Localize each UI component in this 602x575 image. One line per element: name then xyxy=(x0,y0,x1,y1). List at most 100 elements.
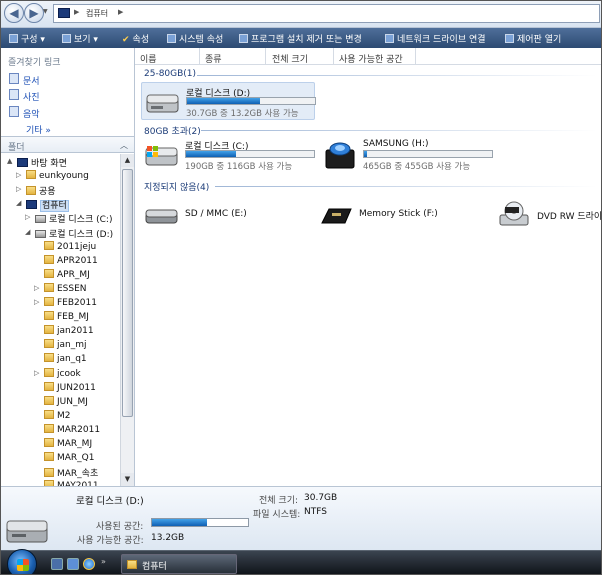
drive-name: Memory Stick (F:) xyxy=(359,209,438,219)
tree-item[interactable]: MAR2011 xyxy=(44,423,101,438)
tree-item-label: MAR_속초 xyxy=(57,469,99,480)
tree-expand-icon[interactable]: ▷ xyxy=(25,213,30,221)
tree-item-label: JUN2011 xyxy=(57,382,96,393)
external-drive-icon xyxy=(325,142,355,169)
tree-item[interactable]: M2 xyxy=(44,409,71,424)
tree-item-label: 2011jeju xyxy=(57,241,97,252)
tree-item[interactable]: ▷ 로컬 디스크 (C:) xyxy=(25,212,112,226)
views-button[interactable]: 보기 ▾ xyxy=(62,32,98,45)
column-name[interactable]: 이름 xyxy=(140,52,157,65)
tree-item[interactable]: MAR_Q1 xyxy=(44,452,95,466)
drive-name: SD / MMC (E:) xyxy=(185,209,247,219)
scroll-down-icon[interactable]: ▼ xyxy=(121,473,134,486)
tree-item[interactable]: ▲ 바탕 화면 xyxy=(7,156,67,170)
map-network-drive-button[interactable]: 네트워크 드라이브 연결 xyxy=(385,32,486,45)
tree-item[interactable]: FEB_MJ xyxy=(44,311,89,325)
drive-e-tile[interactable]: SD / MMC (E:) xyxy=(141,201,311,227)
windows-logo-icon xyxy=(17,559,29,571)
folder-icon xyxy=(44,254,54,264)
tree-item[interactable]: ◢ 로컬 디스크 (D:) xyxy=(25,227,113,241)
scroll-thumb[interactable] xyxy=(122,169,133,417)
chevron-down-icon[interactable]: ︿ xyxy=(120,140,128,151)
breadcrumb-item[interactable]: 컴퓨터 xyxy=(86,8,108,19)
scroll-up-icon[interactable]: ▲ xyxy=(121,154,134,167)
folder-icon xyxy=(44,409,54,419)
tree-item[interactable]: 2011jeju xyxy=(44,240,97,255)
tree-item[interactable]: ▷ jcook xyxy=(34,367,81,382)
tree-item[interactable]: ◢ 컴퓨터 xyxy=(16,198,69,213)
open-control-panel-button[interactable]: 제어판 열기 xyxy=(505,32,561,45)
drive-d-tile[interactable]: 로컬 디스크 (D:) 30.7GB 중 13.2GB 사용 가능 xyxy=(141,82,316,120)
tree-expand-icon[interactable]: ◢ xyxy=(16,199,21,207)
tree-expand-icon[interactable]: ▲ xyxy=(7,157,12,165)
tree-item[interactable]: APR_MJ xyxy=(44,268,90,283)
tree-item[interactable]: jan_q1 xyxy=(44,353,87,367)
quick-launch-expand-icon[interactable]: » xyxy=(101,557,106,566)
taskbar-window-button[interactable]: 컴퓨터 xyxy=(121,554,237,574)
start-button[interactable] xyxy=(7,549,37,574)
tree-expand-icon[interactable]: ▷ xyxy=(16,185,21,193)
address-box[interactable]: ▶ 컴퓨터 ▶ xyxy=(53,4,600,23)
tree-item-label: MAR2011 xyxy=(57,424,101,435)
recent-pages-dropdown-icon[interactable]: ▼ xyxy=(43,8,48,15)
drive-h-tile[interactable]: SAMSUNG (H:) 465GB 중 455GB 사용 가능 xyxy=(319,136,493,174)
tree-expand-icon[interactable]: ▷ xyxy=(34,284,39,292)
organize-button[interactable]: 구성 ▾ xyxy=(9,32,45,45)
tree-expand-icon[interactable]: ▷ xyxy=(16,171,21,179)
tree-item[interactable]: MAR_속초 xyxy=(44,466,98,480)
tree-item-label: M2 xyxy=(57,410,71,421)
column-free-space[interactable]: 사용 가능한 공간 xyxy=(339,52,403,65)
programs-icon xyxy=(239,34,248,43)
folders-header[interactable]: 폴더 ︿ xyxy=(1,136,134,153)
properties-button[interactable]: ✔ 속성 xyxy=(122,32,149,45)
forward-button[interactable]: ▶ xyxy=(24,3,44,23)
tree-item[interactable]: APR2011 xyxy=(44,254,98,269)
column-total-size[interactable]: 전체 크기 xyxy=(272,52,308,65)
tree-item[interactable]: ▷ 공용 xyxy=(16,184,56,198)
favorite-link-pictures[interactable]: 사진 xyxy=(23,90,40,103)
favorite-link-documents[interactable]: 문서 xyxy=(23,74,40,87)
folder-icon xyxy=(26,186,36,196)
file-system-value: NTFS xyxy=(304,507,327,517)
organize-icon xyxy=(9,34,18,43)
back-button[interactable]: ◀ xyxy=(4,3,24,23)
tree-scrollbar[interactable]: ▲ ▼ xyxy=(120,154,134,486)
command-bar: 구성 ▾ 보기 ▾ ✔ 속성 시스템 속성 프로그램 설치 제거 또는 변경 네트… xyxy=(1,28,601,48)
free-space-value: 13.2GB xyxy=(151,533,185,543)
tree-item[interactable]: jan_mj xyxy=(44,339,87,353)
system-properties-button[interactable]: 시스템 속성 xyxy=(167,32,223,45)
folder-icon xyxy=(44,367,54,377)
tree-item[interactable]: JUN2011 xyxy=(44,381,96,396)
tree-item-label: ESSEN xyxy=(57,283,87,294)
drive-dvd-tile[interactable]: DVD RW 드라이 xyxy=(493,201,601,227)
tree-item[interactable]: jan2011 xyxy=(44,325,94,339)
tree-expand-icon[interactable]: ▷ xyxy=(34,298,39,306)
column-type[interactable]: 종류 xyxy=(205,52,222,65)
tree-item[interactable]: ▷ eunkyoung xyxy=(16,170,89,184)
tree-item[interactable]: JUN_MJ xyxy=(44,395,88,410)
tree-item[interactable]: ▷ ESSEN xyxy=(34,282,87,297)
tree-item[interactable]: ▷ FEB2011 xyxy=(34,297,97,311)
more-links[interactable]: 기타 » xyxy=(26,123,51,136)
tree-item[interactable]: MAR_MJ xyxy=(44,438,92,452)
show-desktop-icon[interactable] xyxy=(51,558,63,570)
hard-drive-icon xyxy=(146,94,179,113)
group-header[interactable]: 25-80GB(1) xyxy=(144,69,196,79)
favorite-link-music[interactable]: 음악 xyxy=(23,107,40,120)
tree-expand-icon[interactable]: ◢ xyxy=(25,228,30,236)
uninstall-program-button[interactable]: 프로그램 설치 제거 또는 변경 xyxy=(239,32,362,45)
breadcrumb-arrow-icon[interactable]: ▶ xyxy=(118,8,123,16)
drive-icon xyxy=(35,215,46,224)
tree-expand-icon[interactable]: ▷ xyxy=(34,369,39,377)
internet-explorer-icon[interactable] xyxy=(83,558,95,570)
usage-bar xyxy=(186,97,316,105)
drive-c-tile[interactable]: 로컬 디스크 (C:) 190GB 중 116GB 사용 가능 xyxy=(141,136,315,174)
pictures-icon xyxy=(9,89,19,100)
group-header[interactable]: 지정되지 않음(4) xyxy=(144,180,209,193)
folder-icon xyxy=(44,438,54,447)
switch-windows-icon[interactable] xyxy=(67,558,79,570)
free-space-text: 190GB 중 116GB 사용 가능 xyxy=(185,162,293,172)
drive-f-tile[interactable]: Memory Stick (F:) xyxy=(315,201,485,227)
breadcrumb-arrow-icon[interactable]: ▶ xyxy=(74,8,79,16)
desktop-icon xyxy=(17,158,28,167)
